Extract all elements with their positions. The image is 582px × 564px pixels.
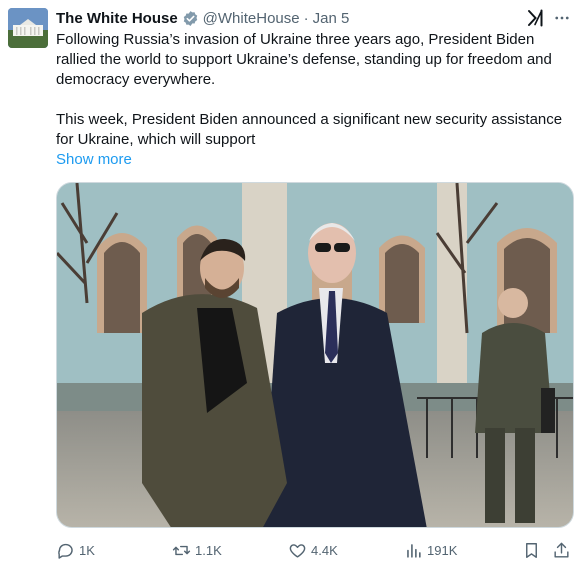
- repost-button[interactable]: 1.1K: [172, 536, 222, 564]
- views-button[interactable]: 191K: [404, 536, 457, 564]
- heart-icon: [289, 543, 306, 558]
- like-button[interactable]: 4.4K: [288, 536, 338, 564]
- reply-button[interactable]: 1K: [56, 536, 95, 564]
- tweet-date[interactable]: Jan 5: [313, 10, 350, 27]
- separator-dot: ·: [303, 9, 309, 27]
- grok-icon[interactable]: [526, 8, 546, 28]
- reply-icon: [58, 543, 73, 559]
- like-count: 4.4K: [311, 542, 338, 558]
- views-count: 191K: [427, 542, 458, 558]
- repost-icon: [172, 545, 191, 555]
- more-icon[interactable]: [550, 6, 574, 30]
- tweet-text: Following Russia’s invasion of Ukraine t…: [56, 30, 576, 170]
- avatar[interactable]: [8, 8, 48, 48]
- tweet-text-paragraph-1: Following Russia’s invasion of Ukraine t…: [56, 31, 552, 88]
- bookmark-icon: [526, 542, 537, 558]
- repost-count: 1.1K: [195, 542, 222, 558]
- author-handle[interactable]: @WhiteHouse: [203, 10, 300, 27]
- action-bar: 1K 1.1K 4.4K 191K: [52, 536, 574, 564]
- verified-badge-icon: [182, 10, 199, 27]
- tweet-text-paragraph-2: This week, President Biden announced a s…: [56, 111, 563, 148]
- reply-count: 1K: [79, 542, 95, 558]
- tweet-photo[interactable]: [56, 182, 574, 528]
- share-button[interactable]: [552, 536, 571, 564]
- show-more-link[interactable]: Show more: [56, 150, 132, 170]
- author-name[interactable]: The White House: [56, 10, 178, 27]
- share-icon: [554, 542, 569, 558]
- bookmark-button[interactable]: [522, 536, 541, 564]
- views-icon: [407, 543, 421, 558]
- tweet-header: The White House @WhiteHouse · Jan 5: [56, 8, 574, 28]
